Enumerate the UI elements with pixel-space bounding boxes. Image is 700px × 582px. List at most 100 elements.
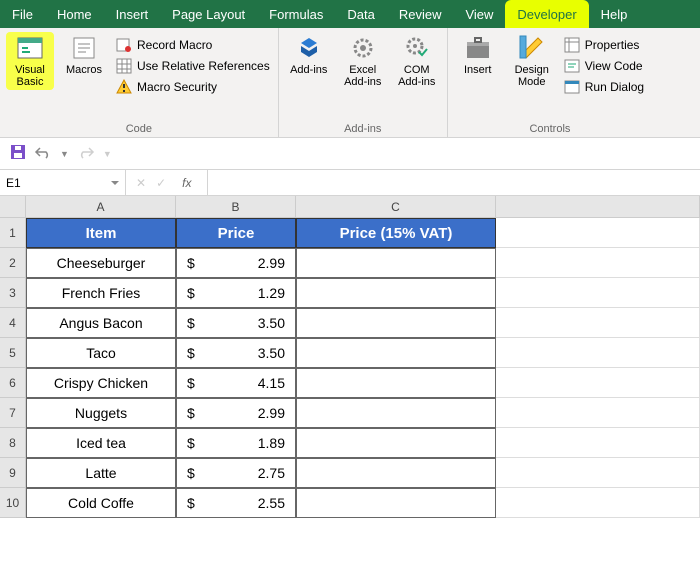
group-controls-label: Controls xyxy=(454,121,646,135)
cell-price[interactable]: $2.75 xyxy=(176,458,296,488)
undo-dropdown[interactable]: ▼ xyxy=(60,149,69,159)
cell-vat[interactable] xyxy=(296,278,496,308)
cell-price[interactable]: $3.50 xyxy=(176,308,296,338)
row-6[interactable]: 6 xyxy=(0,368,26,398)
fx-icon[interactable]: fx xyxy=(176,176,197,190)
cell-blank[interactable] xyxy=(496,428,700,458)
row-5[interactable]: 5 xyxy=(0,338,26,368)
com-addins-button[interactable]: COM Add-ins xyxy=(393,32,441,90)
design-mode-button[interactable]: Design Mode xyxy=(508,32,556,90)
excel-addins-button[interactable]: Excel Add-ins xyxy=(339,32,387,90)
cell-blank[interactable] xyxy=(496,218,700,248)
select-all-corner[interactable] xyxy=(0,196,26,218)
cell-item[interactable]: French Fries xyxy=(26,278,176,308)
record-macro-button[interactable]: Record Macro xyxy=(114,36,272,54)
tab-help[interactable]: Help xyxy=(589,0,640,28)
col-blank[interactable] xyxy=(496,196,700,218)
group-addins-label: Add-ins xyxy=(285,121,441,135)
cell-item[interactable]: Cheeseburger xyxy=(26,248,176,278)
run-dialog-button[interactable]: Run Dialog xyxy=(562,78,646,96)
tab-home[interactable]: Home xyxy=(45,0,104,28)
cell-vat[interactable] xyxy=(296,338,496,368)
tab-view[interactable]: View xyxy=(453,0,505,28)
cell-price[interactable]: $2.99 xyxy=(176,398,296,428)
save-button[interactable] xyxy=(10,144,26,163)
cell-price[interactable]: $3.50 xyxy=(176,338,296,368)
cell-item[interactable]: Latte xyxy=(26,458,176,488)
cell-vat[interactable] xyxy=(296,488,496,518)
macro-security-button[interactable]: Macro Security xyxy=(114,78,272,96)
row-8[interactable]: 8 xyxy=(0,428,26,458)
cell-blank[interactable] xyxy=(496,278,700,308)
name-box[interactable]: E1 xyxy=(0,170,126,195)
use-relative-button[interactable]: Use Relative References xyxy=(114,57,272,75)
addins-icon xyxy=(295,34,323,62)
cell-blank[interactable] xyxy=(496,248,700,278)
macros-icon xyxy=(70,34,98,62)
warning-icon xyxy=(116,79,132,95)
header-item[interactable]: Item xyxy=(26,218,176,248)
addins-button[interactable]: Add-ins xyxy=(285,32,333,78)
col-C[interactable]: C xyxy=(296,196,496,218)
cell-item[interactable]: Taco xyxy=(26,338,176,368)
tab-file[interactable]: File xyxy=(0,0,45,28)
col-B[interactable]: B xyxy=(176,196,296,218)
row-3[interactable]: 3 xyxy=(0,278,26,308)
redo-button[interactable] xyxy=(77,144,95,163)
cell-price[interactable]: $2.99 xyxy=(176,248,296,278)
cell-vat[interactable] xyxy=(296,308,496,338)
cell-vat[interactable] xyxy=(296,368,496,398)
cell-item[interactable]: Crispy Chicken xyxy=(26,368,176,398)
cell-item[interactable]: Nuggets xyxy=(26,398,176,428)
cell-vat[interactable] xyxy=(296,458,496,488)
visual-basic-button[interactable]: Visual Basic xyxy=(6,32,54,90)
cell-item[interactable]: Cold Coffe xyxy=(26,488,176,518)
formula-input[interactable] xyxy=(208,170,700,195)
cell-price[interactable]: $1.89 xyxy=(176,428,296,458)
cell-item[interactable]: Iced tea xyxy=(26,428,176,458)
cell-blank[interactable] xyxy=(496,458,700,488)
insert-control-button[interactable]: Insert xyxy=(454,32,502,78)
cell-vat[interactable] xyxy=(296,248,496,278)
cell-blank[interactable] xyxy=(496,368,700,398)
cell-blank[interactable] xyxy=(496,398,700,428)
undo-button[interactable] xyxy=(34,144,52,163)
row-2[interactable]: 2 xyxy=(0,248,26,278)
tab-insert[interactable]: Insert xyxy=(104,0,161,28)
row-7[interactable]: 7 xyxy=(0,398,26,428)
cancel-icon[interactable]: ✕ xyxy=(136,176,146,190)
group-code-label: Code xyxy=(6,121,272,135)
redo-dropdown[interactable]: ▼ xyxy=(103,149,112,159)
header-vat[interactable]: Price (15% VAT) xyxy=(296,218,496,248)
dialog-icon xyxy=(564,79,580,95)
cell-blank[interactable] xyxy=(496,488,700,518)
macros-button[interactable]: Macros xyxy=(60,32,108,78)
col-A[interactable]: A xyxy=(26,196,176,218)
row-9[interactable]: 9 xyxy=(0,458,26,488)
header-price[interactable]: Price xyxy=(176,218,296,248)
tab-formulas[interactable]: Formulas xyxy=(257,0,335,28)
cell-price[interactable]: $1.29 xyxy=(176,278,296,308)
cell-price[interactable]: $2.55 xyxy=(176,488,296,518)
cell-item[interactable]: Angus Bacon xyxy=(26,308,176,338)
tab-review[interactable]: Review xyxy=(387,0,454,28)
cell-price[interactable]: $4.15 xyxy=(176,368,296,398)
row-10[interactable]: 10 xyxy=(0,488,26,518)
row-1[interactable]: 1 xyxy=(0,218,26,248)
tab-page-layout[interactable]: Page Layout xyxy=(160,0,257,28)
cell-vat[interactable] xyxy=(296,428,496,458)
cell-vat[interactable] xyxy=(296,398,496,428)
view-code-button[interactable]: View Code xyxy=(562,57,646,75)
cell-blank[interactable] xyxy=(496,308,700,338)
properties-button[interactable]: Properties xyxy=(562,36,646,54)
enter-icon[interactable]: ✓ xyxy=(156,176,166,190)
tab-developer[interactable]: Developer xyxy=(505,0,588,28)
cell-blank[interactable] xyxy=(496,338,700,368)
group-controls: Insert Design Mode Properties View Code … xyxy=(448,28,652,137)
tab-data[interactable]: Data xyxy=(335,0,386,28)
macro-security-label: Macro Security xyxy=(137,80,217,94)
view-code-label: View Code xyxy=(585,59,643,73)
row-4[interactable]: 4 xyxy=(0,308,26,338)
spreadsheet-grid[interactable]: A B C 1 Item Price Price (15% VAT) 2Chee… xyxy=(0,196,700,518)
ribbon: Visual Basic Macros Record Macro Use Rel… xyxy=(0,28,700,138)
